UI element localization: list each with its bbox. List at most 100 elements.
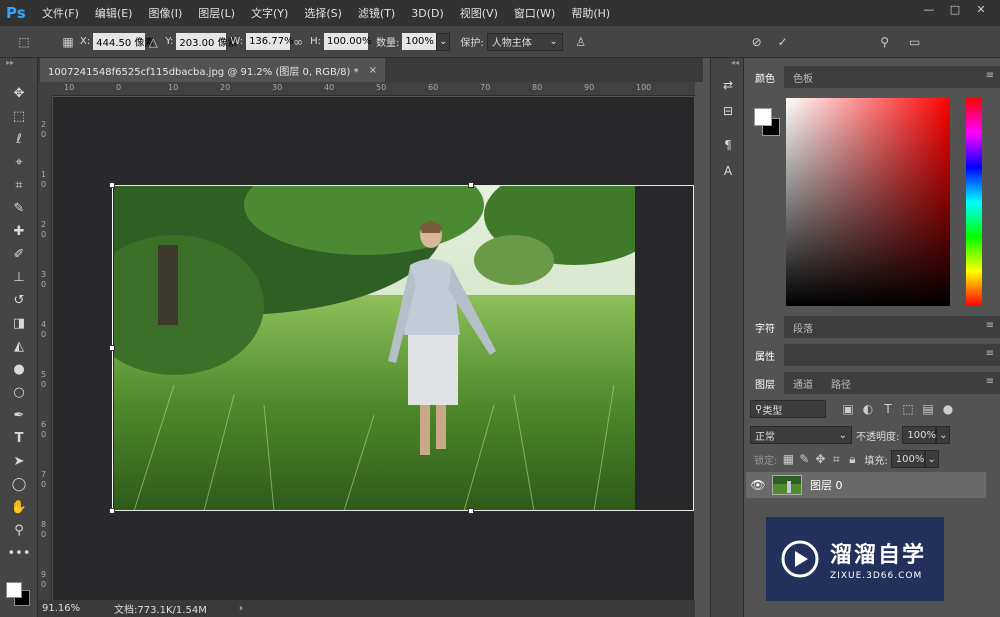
ellipse-tool-icon[interactable]: ◯ bbox=[0, 473, 38, 496]
opacity-field[interactable]: 100% bbox=[902, 426, 937, 444]
transform-bounding-box[interactable] bbox=[112, 185, 694, 511]
hand-tool-icon[interactable]: ✋ bbox=[0, 496, 38, 519]
search-icon[interactable]: ⚲ bbox=[877, 34, 893, 50]
tab-layers[interactable]: 图层 bbox=[746, 372, 784, 394]
lasso-tool-icon[interactable]: ℓ bbox=[0, 128, 38, 151]
stamp-tool-icon[interactable]: ⊥ bbox=[0, 266, 38, 289]
close-tab-icon[interactable]: × bbox=[369, 65, 377, 76]
menu-edit[interactable]: 编辑(E) bbox=[87, 0, 141, 26]
layer-name[interactable]: 图层 0 bbox=[810, 477, 843, 493]
history-panel-icon[interactable]: ⇄ bbox=[711, 72, 745, 98]
eraser-tool-icon[interactable]: ◨ bbox=[0, 312, 38, 335]
crop-tool-icon[interactable]: ⌗ bbox=[0, 174, 38, 197]
horizontal-ruler[interactable]: 10 0 10 20 30 40 50 60 70 80 90 100 bbox=[52, 82, 695, 96]
healing-tool-icon[interactable]: ✚ bbox=[0, 220, 38, 243]
blur-tool-icon[interactable]: ● bbox=[0, 358, 38, 381]
paint-bucket-tool-icon[interactable]: ◭ bbox=[0, 335, 38, 358]
layer-kind-filter[interactable]: ⚲ 类型 bbox=[750, 400, 826, 418]
menu-select[interactable]: 选择(S) bbox=[296, 0, 350, 26]
shape-filter-icon[interactable]: ⬚ bbox=[900, 401, 916, 417]
visibility-eye-icon[interactable]: 👁︎ bbox=[750, 477, 766, 493]
transform-handle[interactable] bbox=[468, 508, 474, 514]
status-menu-arrow[interactable]: › bbox=[239, 603, 243, 614]
zoom-tool-icon[interactable]: ⚲ bbox=[0, 519, 38, 542]
link-icon[interactable]: ∞ bbox=[290, 34, 306, 50]
move-tool-icon[interactable]: ✥ bbox=[0, 82, 38, 105]
close-button[interactable]: ✕ bbox=[968, 0, 994, 18]
quick-select-tool-icon[interactable]: ⌖ bbox=[0, 151, 38, 174]
transform-handle[interactable] bbox=[109, 182, 115, 188]
brush-tool-icon[interactable]: ✐ bbox=[0, 243, 38, 266]
foreground-color-swatch[interactable] bbox=[6, 582, 22, 598]
tab-color[interactable]: 颜色 bbox=[746, 66, 784, 88]
delta-icon[interactable]: △ bbox=[145, 34, 161, 50]
image-filter-icon[interactable]: ▣ bbox=[840, 401, 856, 417]
vertical-scrollbar[interactable] bbox=[695, 82, 703, 617]
collapse-icon[interactable]: ▸▸ bbox=[0, 58, 37, 70]
collapse-icon[interactable]: ◂◂ bbox=[711, 58, 743, 72]
chevron-down-icon[interactable]: ⌄ bbox=[924, 450, 939, 468]
amount-dropdown-icon[interactable]: ⌄ bbox=[436, 32, 451, 51]
panel-menu-icon[interactable]: ≡ bbox=[986, 348, 994, 359]
menu-help[interactable]: 帮助(H) bbox=[563, 0, 618, 26]
y-field[interactable]: 203.00 像素 bbox=[176, 33, 238, 50]
path-select-tool-icon[interactable]: ➤ bbox=[0, 450, 38, 473]
tab-character[interactable]: 字符 bbox=[746, 316, 784, 338]
transform-handle[interactable] bbox=[109, 508, 115, 514]
type-filter-icon[interactable]: T bbox=[880, 401, 896, 417]
character-panel-icon[interactable]: A bbox=[711, 158, 745, 184]
transform-handle[interactable] bbox=[109, 345, 115, 351]
tab-paths[interactable]: 路径 bbox=[822, 372, 860, 394]
lock-pixels-icon[interactable]: ✎ bbox=[796, 451, 812, 467]
amount-field[interactable]: 100% bbox=[402, 33, 437, 50]
chevron-down-icon[interactable]: ⌄ bbox=[936, 426, 951, 444]
lock-all-icon[interactable]: 🔒︎ bbox=[844, 451, 860, 467]
dodge-tool-icon[interactable]: ○ bbox=[0, 381, 38, 404]
blend-mode-select[interactable]: 正常 ⌄ bbox=[750, 426, 852, 444]
marquee-tool-icon[interactable]: ⬚ bbox=[0, 105, 38, 128]
hue-slider[interactable] bbox=[966, 98, 982, 306]
panel-menu-icon[interactable]: ≡ bbox=[986, 320, 994, 331]
vertical-ruler[interactable]: 2 0 1 0 2 0 3 0 4 0 5 0 6 0 7 0 8 0 9 0 bbox=[38, 96, 52, 600]
menu-3d[interactable]: 3D(D) bbox=[403, 0, 452, 26]
panel-menu-icon[interactable]: ≡ bbox=[986, 70, 994, 81]
lock-transparent-icon[interactable]: ▦ bbox=[780, 451, 796, 467]
eyedropper-tool-icon[interactable]: ✎ bbox=[0, 197, 38, 220]
tab-swatches[interactable]: 色板 bbox=[784, 66, 822, 88]
layer-row[interactable]: 👁︎ 图层 0 bbox=[746, 472, 986, 498]
menu-view[interactable]: 视图(V) bbox=[452, 0, 506, 26]
smart-object-filter-icon[interactable]: ▤ bbox=[920, 401, 936, 417]
minimize-button[interactable]: — bbox=[916, 0, 942, 18]
lock-position-icon[interactable]: ✥ bbox=[812, 451, 828, 467]
tab-properties[interactable]: 属性 bbox=[746, 344, 784, 366]
commit-transform-icon[interactable]: ✓ bbox=[775, 34, 791, 50]
h-field[interactable]: 100.00% bbox=[323, 33, 371, 50]
maximize-button[interactable]: □ bbox=[942, 0, 968, 18]
reference-point-icon[interactable]: ▦ bbox=[60, 34, 76, 50]
type-tool-icon[interactable]: T bbox=[0, 427, 38, 450]
protect-skin-icon[interactable]: ♙ bbox=[573, 34, 589, 50]
tab-channels[interactable]: 通道 bbox=[784, 372, 822, 394]
filter-toggle-icon[interactable]: ● bbox=[940, 401, 956, 417]
menu-window[interactable]: 窗口(W) bbox=[506, 0, 563, 26]
workspace-icon[interactable]: ▭ bbox=[907, 34, 923, 50]
more-tools-icon[interactable]: ••• bbox=[0, 542, 38, 565]
menu-filter[interactable]: 滤镜(T) bbox=[350, 0, 403, 26]
menu-type[interactable]: 文字(Y) bbox=[243, 0, 296, 26]
menu-layer[interactable]: 图层(L) bbox=[190, 0, 243, 26]
color-field[interactable] bbox=[786, 98, 950, 306]
zoom-level[interactable]: 91.16% bbox=[42, 603, 82, 614]
menu-file[interactable]: 文件(F) bbox=[34, 0, 87, 26]
cancel-transform-icon[interactable]: ⊘ bbox=[749, 34, 765, 50]
lock-artboard-icon[interactable]: ⌗ bbox=[828, 451, 844, 467]
w-field[interactable]: 136.77% bbox=[246, 33, 294, 50]
document-tab[interactable]: 1007241548f6525cf115dbacba.jpg @ 91.2% (… bbox=[40, 58, 386, 82]
x-field[interactable]: 444.50 像素 bbox=[93, 33, 154, 50]
fill-field[interactable]: 100% bbox=[890, 450, 925, 468]
panel-menu-icon[interactable]: ≡ bbox=[986, 376, 994, 387]
protect-select[interactable]: 人物主体 ⌄ bbox=[486, 32, 563, 51]
brush-panel-icon[interactable]: ⊟ bbox=[711, 98, 745, 124]
paragraph-panel-icon[interactable]: ¶ bbox=[711, 132, 745, 158]
foreground-color-swatch[interactable] bbox=[754, 108, 772, 126]
transform-handle[interactable] bbox=[468, 182, 474, 188]
